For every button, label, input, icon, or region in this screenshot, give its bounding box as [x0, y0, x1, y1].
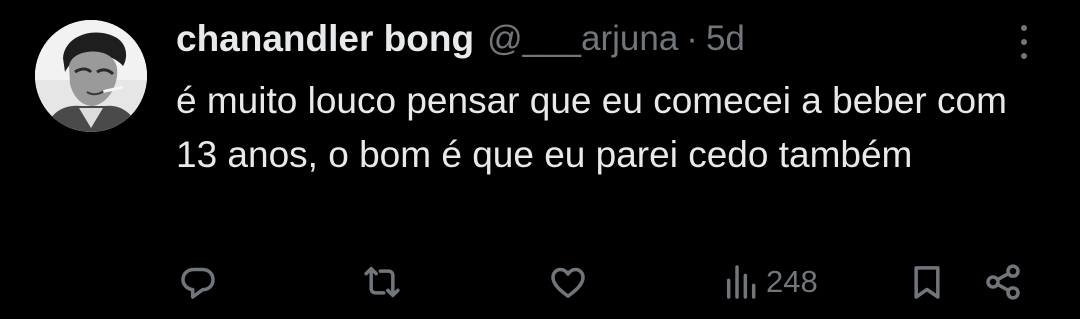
bookmark-icon [907, 262, 947, 302]
bookmark-button[interactable] [907, 262, 947, 302]
like-button[interactable] [548, 262, 588, 302]
tweet-text: é muito louco pensar que eu comecei a be… [176, 80, 1007, 175]
more-dot [1021, 25, 1027, 31]
retweet-icon [361, 262, 403, 302]
retweet-button[interactable] [361, 262, 403, 302]
reply-button[interactable] [178, 262, 218, 302]
user-handle[interactable]: @___arjuna [487, 19, 678, 59]
views-icon [722, 262, 762, 302]
share-button[interactable] [983, 262, 1023, 302]
avatar[interactable] [35, 20, 147, 132]
views-button[interactable]: 248 [722, 262, 818, 302]
share-icon [983, 262, 1023, 302]
tweet[interactable]: chanandler bong @___arjuna · 5d é muito … [0, 0, 1080, 319]
more-dot [1021, 53, 1027, 59]
reply-icon [178, 262, 218, 302]
tweet-header: chanandler bong @___arjuna · 5d [176, 14, 745, 64]
like-icon [548, 262, 588, 302]
display-name[interactable]: chanandler bong [176, 18, 474, 60]
separator-dot: · [686, 19, 698, 58]
more-vertical-icon[interactable] [1010, 22, 1038, 62]
timestamp[interactable]: 5d [706, 19, 745, 59]
views-count: 248 [766, 264, 818, 299]
more-dot [1021, 39, 1027, 45]
